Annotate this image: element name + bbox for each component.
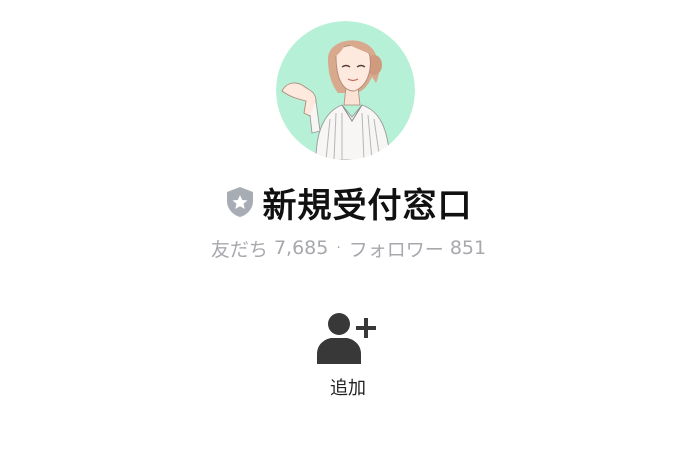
avatar-illustration: [276, 21, 415, 160]
account-name: 新規受付窓口: [262, 185, 473, 226]
avatar[interactable]: [276, 21, 415, 160]
account-stats: 友だち 7,685 · フォロワー 851: [0, 232, 697, 264]
followers-label: フォロワー: [348, 238, 444, 261]
account-title-row: 新規受付窓口: [0, 178, 697, 226]
friends-label: 友だち: [210, 238, 268, 261]
stats-separator: ·: [336, 240, 341, 256]
followers-count: 851: [449, 237, 487, 259]
add-friend-icon: [317, 313, 376, 364]
profile-page: 新規受付窓口 友だち 7,685 · フォロワー 851 追加: [0, 0, 697, 452]
friends-count: 7,685: [273, 237, 329, 259]
add-friend-button[interactable]: 追加: [298, 308, 398, 408]
add-friend-label: 追加: [330, 378, 366, 399]
shield-star-icon: [226, 187, 253, 217]
